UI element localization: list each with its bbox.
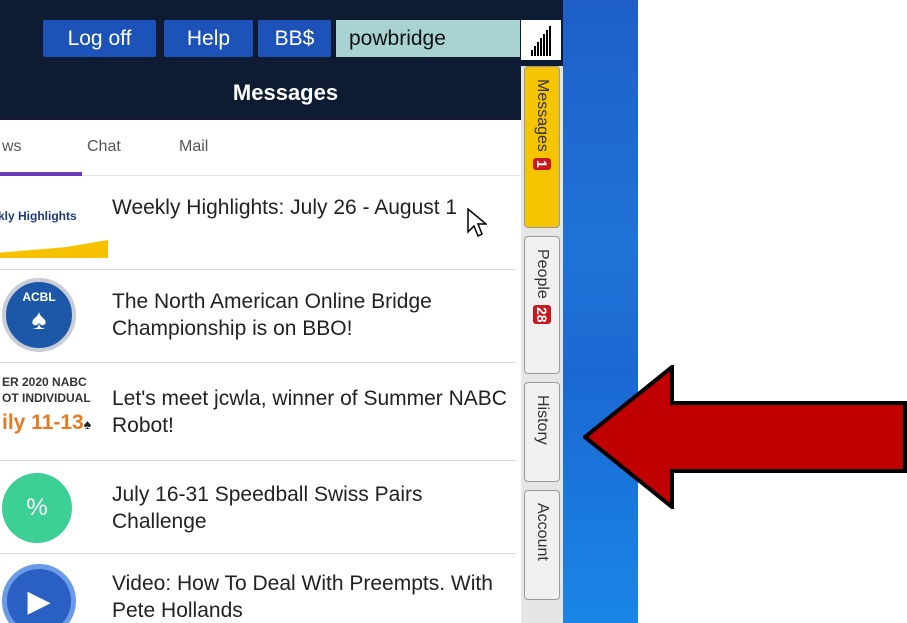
side-tab-bar: Messages 1 People 28 History Account (521, 66, 563, 623)
username-display[interactable]: powbridge (336, 20, 520, 57)
desktop-blue-area (563, 0, 638, 623)
tab-news[interactable]: ws (2, 138, 22, 156)
list-item[interactable]: ▶ Video: How To Deal With Preempts. With… (0, 554, 516, 623)
tab-mail[interactable]: Mail (179, 138, 208, 156)
thumbnail-label: kly Highlights (0, 209, 77, 223)
spade-icon: ♠ (31, 304, 47, 335)
tab-chat[interactable]: Chat (87, 138, 121, 156)
acbl-logo-text: ACBL (22, 290, 56, 304)
video-play-icon: ▶ (2, 564, 76, 623)
logoff-button[interactable]: Log off (43, 20, 156, 57)
acbl-logo-icon: ACBL ♠ (2, 278, 76, 352)
sidebar-tab-people[interactable]: People 28 (524, 236, 560, 374)
news-list: kly Highlights Weekly Highlights: July 2… (0, 176, 521, 623)
discount-badge-icon: % (2, 473, 72, 543)
sidebar-tab-label: Account (534, 503, 551, 561)
sidebar-tab-history[interactable]: History (524, 382, 560, 482)
sidebar-tab-label: History (534, 395, 551, 445)
news-thumbnail: ACBL ♠ (0, 270, 108, 362)
news-title: Video: How To Deal With Preempts. With P… (112, 572, 493, 622)
news-title: Let's meet jcwla, winner of Summer NABC … (112, 387, 507, 437)
red-arrow-icon (583, 365, 907, 509)
news-thumbnail: kly Highlights (0, 176, 108, 269)
sidebar-tab-label: People (534, 249, 551, 299)
thumbnail-label: ily 11-13♠ (2, 411, 91, 435)
sidebar-tab-account[interactable]: Account (524, 490, 560, 600)
news-thumbnail: ER 2020 NABC OT INDIVIDUAL ily 11-13♠ (0, 363, 108, 460)
messages-tabs: ws Chat Mail (0, 120, 521, 176)
list-item[interactable]: ER 2020 NABC OT INDIVIDUAL ily 11-13♠ Le… (0, 363, 516, 461)
mouse-cursor-icon (467, 208, 487, 238)
list-item[interactable]: kly Highlights Weekly Highlights: July 2… (0, 176, 516, 270)
spade-icon: ♠ (83, 416, 92, 432)
signal-strength-icon (521, 20, 561, 60)
messages-header: Messages (0, 66, 521, 120)
sidebar-tab-messages[interactable]: Messages 1 (524, 66, 560, 228)
unread-badge: 1 (533, 157, 551, 170)
help-button[interactable]: Help (164, 20, 253, 57)
news-title: Weekly Highlights: July 26 - August 1 (112, 196, 458, 219)
yellow-swoosh (0, 240, 108, 258)
thumbnail-label: ER 2020 NABC (2, 375, 87, 389)
thumbnail-dates: ily 11-13 (2, 411, 84, 434)
news-title: July 16-31 Speedball Swiss Pairs Challen… (112, 483, 423, 533)
top-bar: Log off Help BB$ powbridge (0, 0, 563, 66)
list-item[interactable]: ACBL ♠ The North American Online Bridge … (0, 270, 516, 363)
count-badge: 28 (533, 304, 551, 325)
news-thumbnail: % (0, 461, 108, 553)
news-title: The North American Online Bridge Champio… (112, 290, 432, 340)
list-item[interactable]: % July 16-31 Speedball Swiss Pairs Chall… (0, 461, 516, 554)
news-thumbnail: ▶ (0, 554, 108, 623)
bb-dollars-button[interactable]: BB$ (258, 20, 331, 57)
highlights-image: kly Highlights (0, 176, 108, 269)
desktop-background (563, 0, 907, 623)
thumbnail-label: OT INDIVIDUAL (2, 391, 91, 405)
sidebar-tab-label: Messages (534, 79, 551, 152)
